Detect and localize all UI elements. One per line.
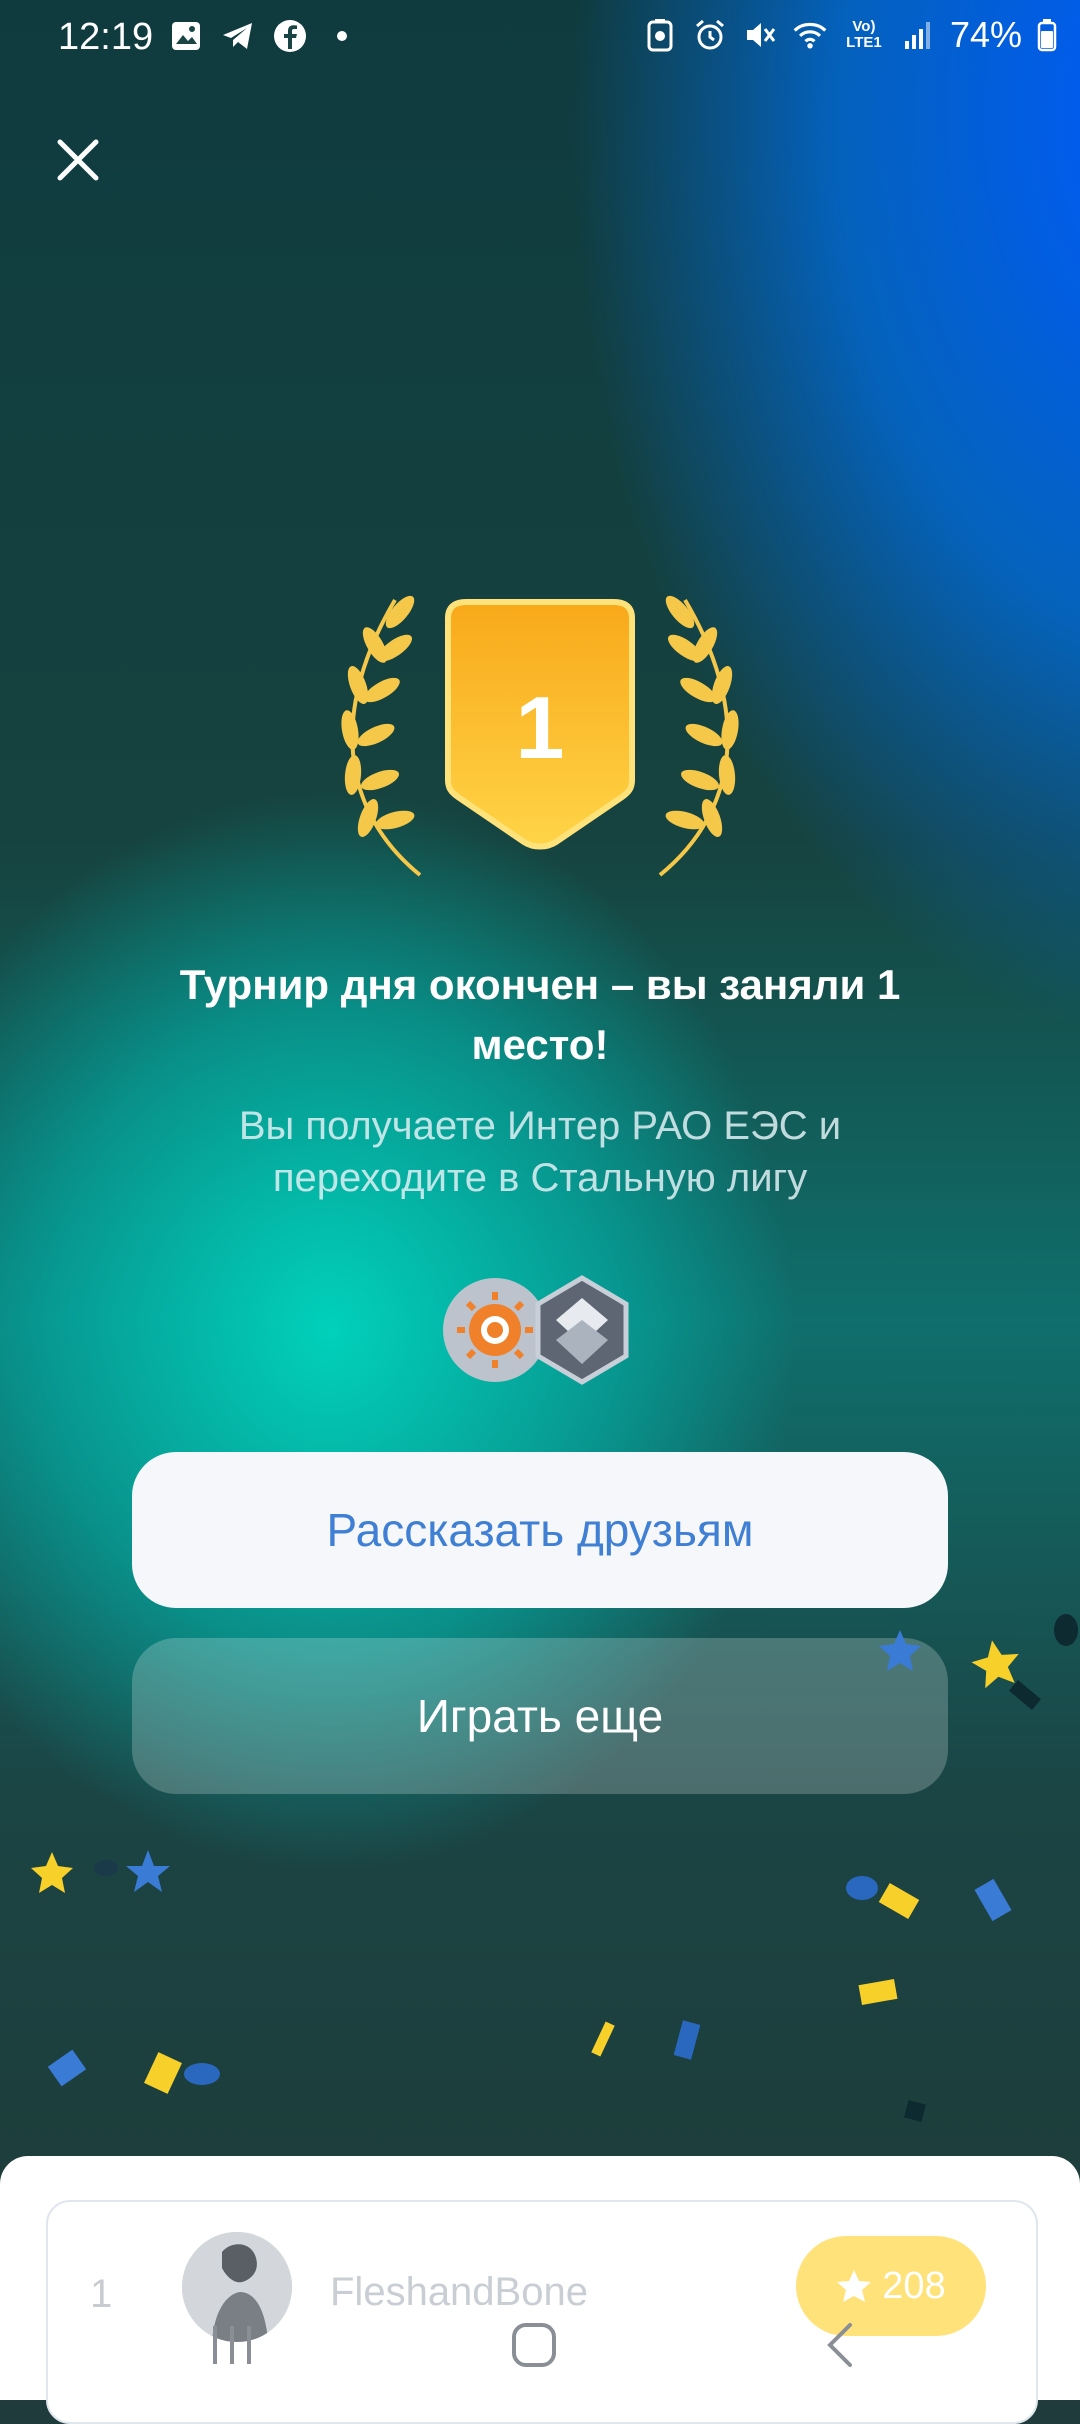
telegram-icon: [220, 18, 256, 54]
confetti-star-icon: [879, 1630, 921, 1671]
close-button[interactable]: [48, 130, 108, 190]
result-title: Турнир дня окончен – вы заняли 1 место!: [179, 961, 901, 1068]
home-button[interactable]: [494, 2310, 574, 2380]
confetti-star-icon: [31, 1852, 73, 1893]
gallery-icon: [168, 18, 204, 54]
status-time: 12:19: [58, 16, 154, 58]
laurel-right-icon: [658, 595, 739, 877]
laurel-left-icon: [341, 595, 422, 877]
navigation-bar: [0, 2290, 1080, 2400]
recent-apps-icon: [213, 2326, 251, 2364]
place-number: 1: [516, 678, 565, 777]
steel-league-icon: [535, 1275, 629, 1385]
place-badge: 1: [320, 590, 760, 890]
result-subtitle: Вы получаете Интер РАО ЕЭС и переходите …: [238, 1104, 842, 1200]
confetti-star-icon: [126, 1850, 170, 1892]
lte-label: Vo) LTE1: [846, 18, 882, 51]
wifi-icon: [792, 17, 828, 53]
inter-rao-logo-icon: [443, 1278, 547, 1382]
back-icon: [827, 2323, 852, 2367]
battery-percent: 74%: [949, 14, 1022, 55]
recent-apps-button[interactable]: [192, 2310, 272, 2380]
confetti-star-icon: [971, 1640, 1019, 1689]
confetti: [31, 1614, 1078, 2123]
rewards: [440, 1270, 640, 1390]
status-bar: 12:19 Vo) LTE1 74%: [0, 0, 1080, 80]
mute-icon: [742, 17, 778, 53]
signal-icon: [900, 17, 936, 53]
dot-icon: [324, 18, 360, 54]
back-button[interactable]: [800, 2310, 880, 2380]
battery-saver-icon: [642, 17, 678, 53]
lte-icon: Vo) LTE1: [842, 17, 886, 53]
alarm-icon: [692, 17, 728, 53]
close-icon: [57, 139, 99, 181]
facebook-icon: [272, 18, 308, 54]
home-icon: [512, 2323, 556, 2367]
battery-icon: [1036, 17, 1058, 53]
